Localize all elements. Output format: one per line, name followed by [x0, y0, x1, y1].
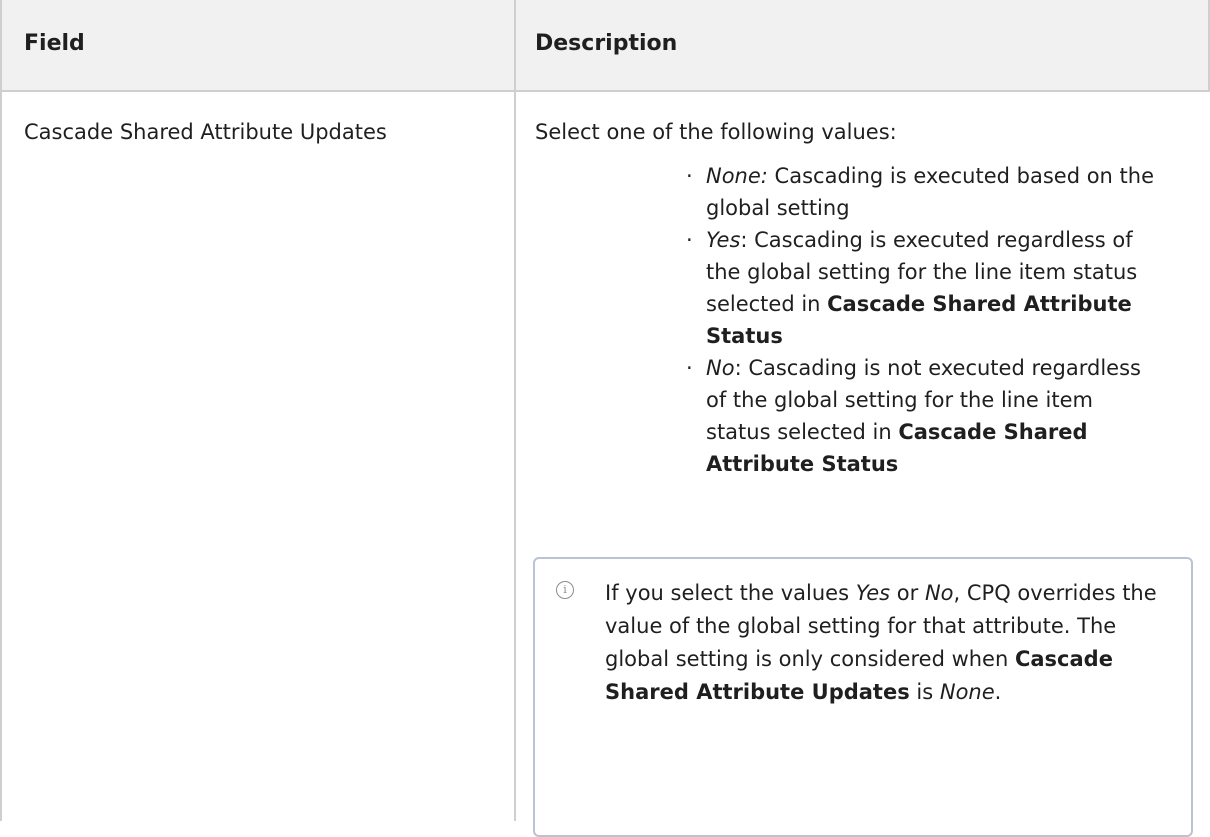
info-note: i If you select the values Yes or No, CP… — [533, 557, 1193, 837]
note-no: No — [924, 581, 954, 605]
info-icon: i — [556, 581, 574, 599]
list-item: · No: Cascading is not executed regardle… — [686, 352, 1162, 480]
value-term: None: — [706, 164, 768, 188]
value-term: No — [706, 356, 735, 380]
table-header: Field Description — [0, 0, 1210, 92]
field-name-cell: Cascade Shared Attribute Updates — [24, 120, 387, 144]
note-part: or — [890, 581, 925, 605]
table-border-left — [0, 0, 2, 821]
bullet-icon: · — [686, 164, 693, 188]
bullet-icon: · — [686, 228, 693, 252]
list-item: · Yes: Cascading is executed regardless … — [686, 224, 1162, 352]
note-yes: Yes — [855, 581, 891, 605]
note-part: is — [909, 680, 940, 704]
bullet-icon: · — [686, 356, 693, 380]
column-divider — [514, 0, 516, 821]
note-part: If you select the values — [605, 581, 856, 605]
list-item: · None: Cascading is executed based on t… — [686, 160, 1162, 224]
values-list: · None: Cascading is executed based on t… — [686, 160, 1162, 480]
note-text: If you select the values Yes or No, CPQ … — [605, 577, 1175, 709]
fields-table: Field Description Cascade Shared Attribu… — [0, 0, 1210, 837]
value-term: Yes — [706, 228, 741, 252]
header-field: Field — [24, 31, 85, 56]
note-none: None — [939, 680, 995, 704]
note-part: . — [994, 680, 1002, 704]
description-intro: Select one of the following values: — [535, 120, 897, 144]
value-text: Cascading is executed based on the globa… — [706, 164, 1154, 220]
header-description: Description — [535, 31, 678, 56]
